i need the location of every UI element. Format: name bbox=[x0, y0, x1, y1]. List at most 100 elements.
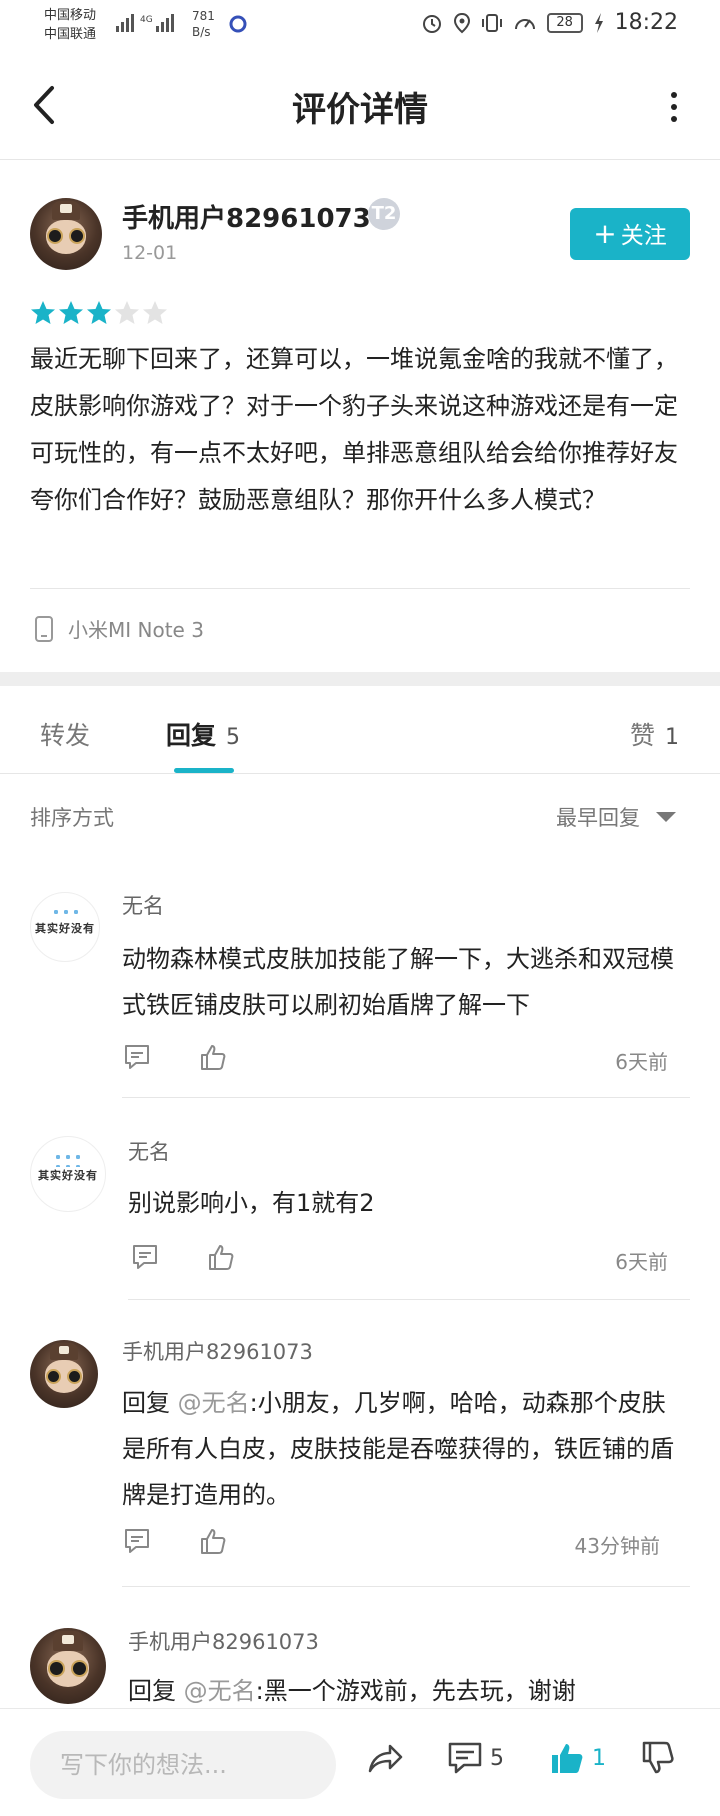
tab-bar: 转发 回复 5 赞1 bbox=[0, 686, 720, 774]
star-empty-icon bbox=[143, 301, 167, 324]
comment-actions bbox=[122, 1526, 228, 1556]
commenter-avatar[interactable] bbox=[30, 1340, 98, 1408]
status-icons: 28 18:22 bbox=[421, 10, 678, 35]
reply-icon[interactable] bbox=[130, 1242, 160, 1272]
reply-icon[interactable] bbox=[122, 1526, 152, 1556]
comment-count: 5 bbox=[490, 1745, 504, 1771]
mention-link[interactable]: @无名 bbox=[178, 1389, 250, 1417]
sort-label: 排序方式 bbox=[30, 806, 114, 830]
star-filled-icon bbox=[31, 301, 55, 324]
alarm-icon bbox=[422, 14, 441, 33]
reply-body: :黑一个游戏前，先去玩，谢谢 bbox=[255, 1677, 576, 1705]
reply-icon[interactable] bbox=[122, 1042, 152, 1072]
tab-reply-count: 5 bbox=[226, 725, 241, 750]
comment-item: 其实好没有 无名 动物森林模式皮肤加技能了解一下，大逃杀和双冠模式铁匠铺皮肤可以… bbox=[0, 880, 720, 1100]
comment-text: 回复 @无名:小朋友，几岁啊，哈哈，动森那个皮肤是所有人白皮，皮肤技能是吞噬获得… bbox=[122, 1380, 682, 1518]
phone-icon bbox=[35, 615, 53, 642]
follow-label: 关注 bbox=[620, 223, 667, 249]
clock: 18:22 bbox=[614, 10, 678, 35]
commenter-name[interactable]: 无名 bbox=[122, 890, 164, 920]
more-dot-icon bbox=[671, 92, 677, 98]
like-count: 1 bbox=[592, 1745, 606, 1771]
thumbs-up-icon[interactable] bbox=[198, 1042, 228, 1072]
share-icon bbox=[368, 1744, 403, 1773]
star-rating bbox=[30, 300, 168, 326]
tab-like-label: 赞 bbox=[630, 721, 656, 750]
battery-indicator: 28 bbox=[546, 12, 583, 33]
mention-link[interactable]: @无名 bbox=[184, 1677, 256, 1705]
bottom-action-bar: 5 1 bbox=[0, 1708, 720, 1816]
thumbs-down-icon bbox=[642, 1741, 674, 1774]
page-title: 评价详情 bbox=[292, 90, 428, 130]
location-icon bbox=[453, 12, 470, 33]
tab-reply[interactable]: 回复 5 bbox=[166, 716, 240, 752]
speed-value: 781 bbox=[192, 9, 215, 23]
speed-unit: B/s bbox=[192, 25, 211, 39]
comment-item: 手机用户82961073 回复 @无名:黑一个游戏前，先去玩，谢谢 bbox=[0, 1618, 720, 1708]
speedometer-icon bbox=[514, 18, 535, 29]
device-info: 小米MI Note 3 bbox=[34, 614, 204, 643]
dislike-button[interactable] bbox=[640, 1739, 678, 1777]
more-options-button[interactable] bbox=[668, 92, 680, 126]
comment-text: 别说影响小，有1就有2 bbox=[128, 1189, 375, 1217]
comment-text: 回复 @无名:黑一个游戏前，先去玩，谢谢 bbox=[128, 1668, 688, 1708]
app-notification-icon bbox=[229, 15, 247, 33]
comment-icon bbox=[448, 1742, 482, 1774]
charging-icon bbox=[594, 12, 603, 33]
commenter-avatar[interactable]: 其实好没有 bbox=[30, 892, 100, 962]
share-button[interactable] bbox=[366, 1739, 404, 1777]
commenter-avatar[interactable] bbox=[30, 1628, 106, 1704]
tab-like-count: 1 bbox=[665, 725, 680, 750]
section-separator bbox=[0, 672, 720, 686]
vibrate-icon bbox=[481, 13, 502, 32]
divider bbox=[30, 588, 690, 589]
sort-row: 排序方式 最早回复 bbox=[0, 774, 720, 860]
network-speed: 781 B/s bbox=[192, 8, 215, 40]
star-filled-icon bbox=[59, 301, 83, 324]
avatar-text: 其实好没有 bbox=[35, 922, 95, 936]
comment-actions bbox=[122, 1042, 228, 1072]
avatar-text: 其实好没有 bbox=[38, 1168, 98, 1182]
tab-forward-label: 转发 bbox=[40, 721, 91, 750]
commenter-avatar[interactable]: 其实好没有 bbox=[30, 1136, 106, 1212]
comment-text: 动物森林模式皮肤加技能了解一下，大逃杀和双冠模式铁匠铺皮肤可以刷初始盾牌了解一下 bbox=[122, 945, 674, 1019]
commenter-name[interactable]: 手机用户82961073 bbox=[122, 1336, 313, 1366]
divider bbox=[122, 1586, 690, 1587]
like-button[interactable]: 1 bbox=[548, 1739, 606, 1777]
level-badge: T2 bbox=[368, 198, 400, 230]
comment-item: 手机用户82961073 回复 @无名:小朋友，几岁啊，哈哈，动森那个皮肤是所有… bbox=[0, 1328, 720, 1588]
carrier-info: 中国移动 中国联通 bbox=[44, 6, 96, 44]
active-tab-indicator bbox=[174, 768, 234, 773]
reply-prefix: 回复 bbox=[122, 1389, 170, 1417]
tab-like[interactable]: 赞1 bbox=[630, 716, 679, 752]
reviewer-avatar[interactable] bbox=[30, 198, 102, 270]
comment-time: 6天前 bbox=[615, 1250, 668, 1274]
thumbs-up-icon[interactable] bbox=[198, 1526, 228, 1556]
device-label: 小米MI Note 3 bbox=[68, 618, 204, 642]
carrier-1: 中国移动 bbox=[44, 8, 97, 23]
divider bbox=[128, 1299, 690, 1300]
comment-time: 6天前 bbox=[615, 1050, 668, 1074]
comment-time: 43分钟前 bbox=[574, 1534, 660, 1558]
thumbs-up-filled-icon bbox=[552, 1744, 583, 1773]
signal-icon: 4G bbox=[116, 14, 174, 32]
tab-forward[interactable]: 转发 bbox=[40, 716, 90, 752]
carrier-2: 中国联通 bbox=[44, 27, 97, 42]
reviewer-name[interactable]: 手机用户82961073 bbox=[122, 198, 371, 235]
status-bar: 中国移动 中国联通 4G 781 B/s 28 18:22 bbox=[0, 0, 720, 52]
comment-input[interactable] bbox=[30, 1731, 336, 1799]
follow-button[interactable]: + 关注 bbox=[570, 208, 690, 260]
star-empty-icon bbox=[115, 301, 139, 324]
reply-prefix: 回复 bbox=[128, 1677, 176, 1705]
network-type-label: 4G bbox=[140, 15, 153, 25]
tab-reply-label: 回复 bbox=[166, 721, 217, 750]
review-text: 最近无聊下回来了，还算可以，一堆说氪金啥的我就不懂了，皮肤影响你游戏了？对于一个… bbox=[30, 345, 678, 514]
comment-button[interactable]: 5 bbox=[446, 1739, 504, 1777]
comment-actions bbox=[130, 1242, 236, 1272]
caret-down-icon[interactable] bbox=[656, 812, 676, 822]
divider bbox=[122, 1097, 690, 1098]
sort-dropdown[interactable]: 最早回复 bbox=[556, 802, 640, 832]
commenter-name[interactable]: 手机用户82961073 bbox=[128, 1626, 319, 1656]
commenter-name[interactable]: 无名 bbox=[128, 1136, 170, 1166]
thumbs-up-icon[interactable] bbox=[206, 1242, 236, 1272]
